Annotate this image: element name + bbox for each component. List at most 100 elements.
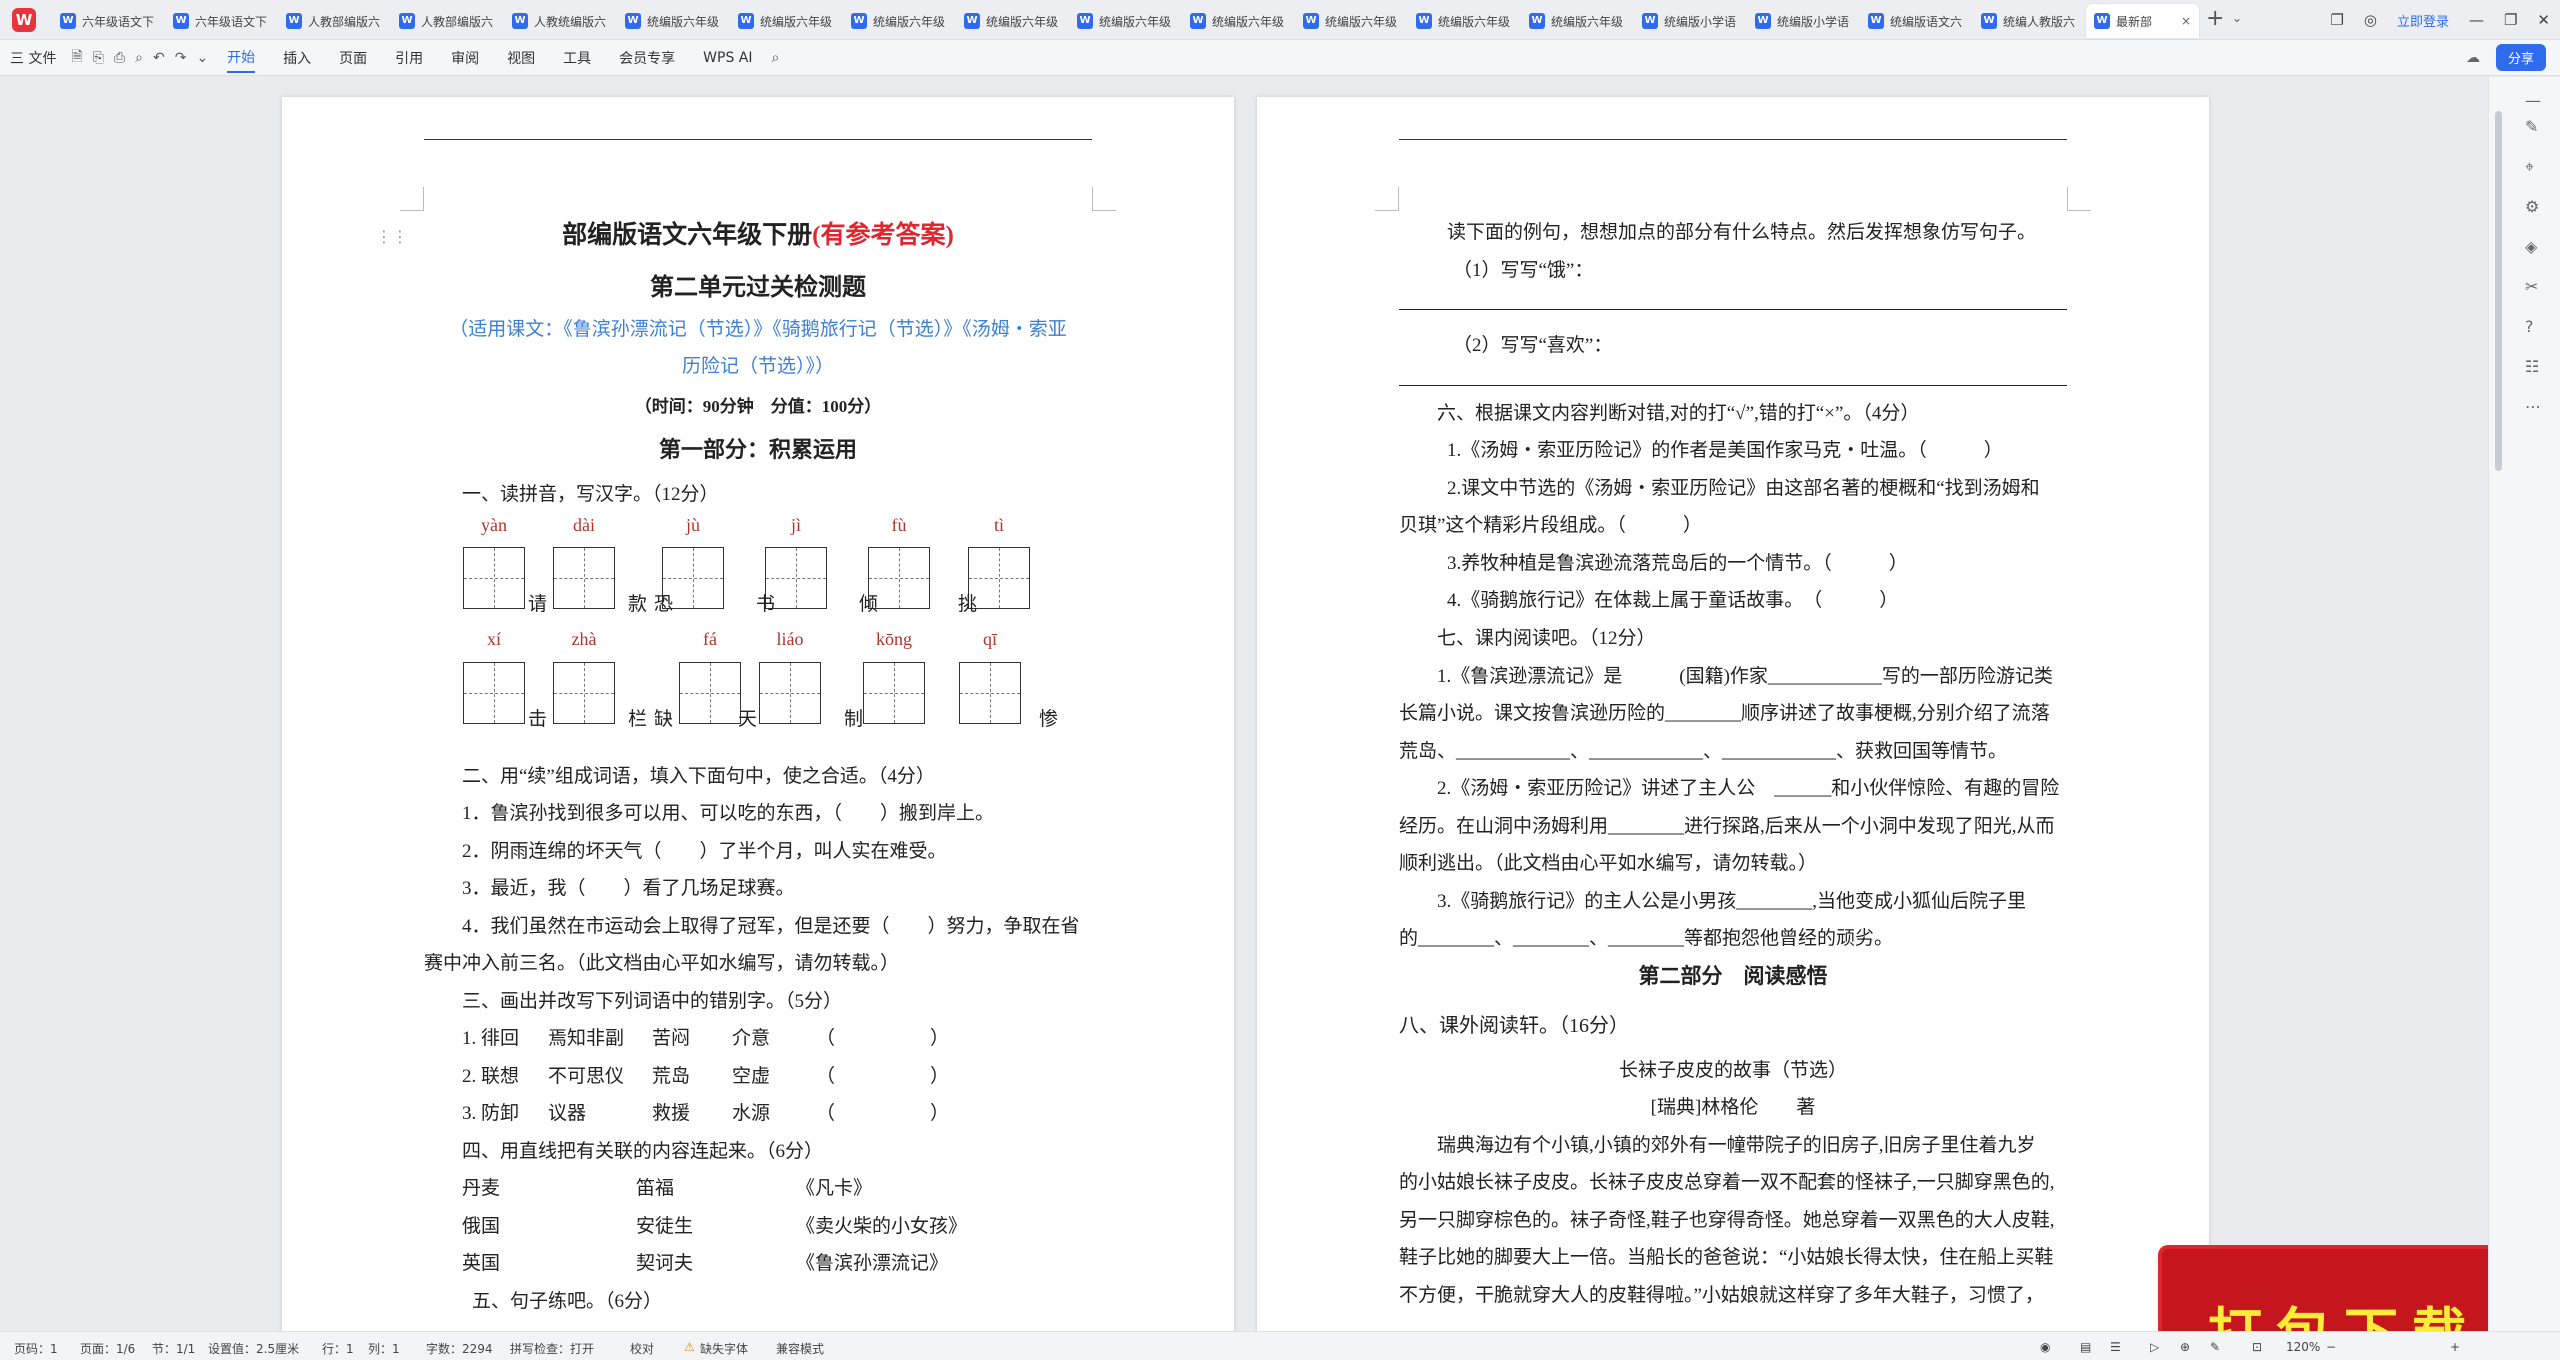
wps-logo-icon[interactable]: W: [12, 8, 36, 32]
undo-icon[interactable]: ↶: [153, 50, 165, 66]
document-tab[interactable]: W 六年级语文下: [52, 4, 165, 38]
tab-list-chevron-icon[interactable]: ⌄: [2232, 11, 2242, 25]
story-line-1: 瑞典海边有个小镇,小镇的郊外有一幢带院子的旧房子,旧房子里住着九岁: [1437, 1135, 2036, 1156]
file-menu[interactable]: 三 文件: [10, 48, 56, 68]
document-tab[interactable]: W 统编版六年级: [956, 4, 1069, 38]
search-icon[interactable]: ⌕: [772, 50, 780, 66]
wps-ai-button[interactable]: WPS AI: [703, 50, 752, 66]
select-icon[interactable]: ⌖: [2525, 157, 2534, 177]
zoom-level[interactable]: 120%: [2286, 1340, 2320, 1354]
q4-cell[interactable]: 《鲁滨孙漂流记》: [796, 1248, 948, 1275]
q4-cell[interactable]: 丹麦: [462, 1173, 500, 1200]
writing-grid-box[interactable]: [863, 662, 925, 724]
tools-icon[interactable]: ✂: [2525, 277, 2538, 296]
writing-grid-box[interactable]: [463, 547, 525, 609]
outline-view-icon[interactable]: ☰: [2110, 1340, 2121, 1354]
export-pdf-icon[interactable]: ⎘: [93, 50, 104, 66]
document-tab[interactable]: W 人教部编版六: [391, 4, 504, 38]
q7-item-1b: 长篇小说。课文按鲁滨逊历险的________顺序讲述了故事梗概,分别介绍了流落: [1399, 703, 2050, 724]
document-tab[interactable]: W 统编版六年级: [1295, 4, 1408, 38]
document-tab[interactable]: W 统编版六年级: [1069, 4, 1182, 38]
restore-icon[interactable]: ❐: [2504, 11, 2517, 29]
menu-reference[interactable]: 引用: [395, 48, 423, 68]
redo-icon[interactable]: ↷: [175, 50, 187, 66]
layers-icon[interactable]: ☷: [2525, 357, 2539, 376]
more-icon[interactable]: ⋯: [2525, 397, 2541, 416]
document-tab[interactable]: W 统编版小学语: [1634, 4, 1747, 38]
q4-cell[interactable]: 俄国: [462, 1211, 500, 1238]
close-icon[interactable]: ✕: [2537, 11, 2550, 29]
menu-member[interactable]: 会员专享: [619, 48, 675, 68]
menu-page[interactable]: 页面: [339, 48, 367, 68]
document-tab[interactable]: W 统编版六年级: [1408, 4, 1521, 38]
shapes-icon[interactable]: ◈: [2525, 237, 2537, 256]
help-icon[interactable]: ?: [2525, 317, 2534, 336]
style-icon[interactable]: ⚙: [2525, 197, 2539, 216]
status-missing-font[interactable]: 缺失字体: [700, 1340, 748, 1357]
vertical-scrollbar[interactable]: [2495, 111, 2502, 471]
more-chevron-icon[interactable]: ⌄: [196, 50, 208, 66]
writing-grid-box[interactable]: [759, 662, 821, 724]
q4-cell[interactable]: 《凡卡》: [796, 1173, 872, 1200]
layout-icon[interactable]: ❐: [2330, 11, 2343, 29]
document-tab[interactable]: W 统编版小学语: [1747, 4, 1860, 38]
writing-grid-box[interactable]: [463, 662, 525, 724]
status-proof[interactable]: 校对: [630, 1340, 654, 1357]
tab-label: 统编版小学语: [1777, 14, 1850, 29]
play-icon[interactable]: ▷: [2150, 1340, 2159, 1354]
menu-view[interactable]: 视图: [507, 48, 535, 68]
new-tab-plus-icon[interactable]: +: [2206, 6, 2224, 31]
pen-icon[interactable]: ✎: [2525, 117, 2538, 136]
document-canvas[interactable]: ⋮⋮ 部编版语文六年级下册(有参考答案) 第二单元过关检测题 （适用课文：《鲁滨…: [0, 77, 2488, 1331]
document-tab[interactable]: W 统编版六年级: [730, 4, 843, 38]
download-package-banner[interactable]: 打包下载: [2162, 1249, 2488, 1331]
zoom-in-icon[interactable]: +: [2450, 1340, 2460, 1354]
document-tab-active[interactable]: W 最新部 ×: [2086, 4, 2199, 38]
document-tab[interactable]: W 人教统编版六: [504, 4, 617, 38]
menu-tools[interactable]: 工具: [563, 48, 591, 68]
save-icon[interactable]: 🗎: [71, 46, 82, 70]
writing-grid-box[interactable]: [553, 662, 615, 724]
document-tab[interactable]: W 统编版六年级: [1182, 4, 1295, 38]
q4-cell[interactable]: 笛福: [636, 1173, 674, 1200]
zoom-out-icon[interactable]: −: [2326, 1340, 2336, 1354]
status-pages[interactable]: 页面：1/6: [80, 1340, 135, 1357]
document-tab[interactable]: W 统编版六年级: [617, 4, 730, 38]
document-tab[interactable]: W 统编版六年级: [843, 4, 956, 38]
writing-grid-box[interactable]: [968, 547, 1030, 609]
writing-grid-box[interactable]: [679, 662, 741, 724]
writing-grid-box[interactable]: [553, 547, 615, 609]
login-button[interactable]: 立即登录: [2397, 11, 2449, 30]
comment-icon[interactable]: ☁: [2466, 50, 2480, 66]
status-setting[interactable]: 设置值：2.5厘米: [208, 1340, 299, 1357]
pen-mode-icon[interactable]: ✎: [2210, 1340, 2220, 1354]
q4-cell[interactable]: 英国: [462, 1248, 500, 1275]
minimize-icon[interactable]: —: [2469, 11, 2484, 29]
collapse-icon[interactable]: —: [2525, 91, 2541, 110]
status-word-count[interactable]: 字数：2294: [426, 1340, 493, 1357]
q4-cell[interactable]: 安徒生: [636, 1211, 693, 1238]
q7-item-2b: 经历。在山洞中汤姆利用________进行探路,后来从一个小洞中发现了阳光,从而: [1399, 816, 2055, 837]
document-tab[interactable]: W 统编版语文六: [1860, 4, 1973, 38]
share-button[interactable]: 分享: [2495, 44, 2546, 71]
fit-icon[interactable]: ⊡: [2252, 1340, 2262, 1354]
document-tab[interactable]: W 六年级语文下: [165, 4, 278, 38]
header-line: [1399, 139, 2067, 140]
q4-cell[interactable]: 《卖火柴的小女孩》: [796, 1211, 967, 1238]
menu-home[interactable]: 开始: [227, 47, 256, 73]
document-tab[interactable]: W 统编人教版六: [1973, 4, 2086, 38]
skin-icon[interactable]: ◎: [2364, 11, 2377, 29]
menu-review[interactable]: 审阅: [451, 48, 479, 68]
print-preview-icon[interactable]: ⌕: [135, 50, 143, 66]
q4-cell[interactable]: 契诃夫: [636, 1248, 693, 1275]
page-view-icon[interactable]: ▤: [2080, 1340, 2091, 1354]
document-tab[interactable]: W 人教部编版六: [278, 4, 391, 38]
print-icon[interactable]: ⎙: [114, 50, 125, 66]
eye-icon[interactable]: ◉: [2040, 1340, 2050, 1354]
status-spellcheck[interactable]: 拼写检查：打开: [510, 1340, 594, 1357]
menu-insert[interactable]: 插入: [283, 48, 311, 68]
writing-grid-box[interactable]: [959, 662, 1021, 724]
document-tab[interactable]: W 统编版六年级: [1521, 4, 1634, 38]
web-view-icon[interactable]: ⊕: [2180, 1340, 2190, 1354]
tab-close-icon[interactable]: ×: [2181, 14, 2191, 28]
